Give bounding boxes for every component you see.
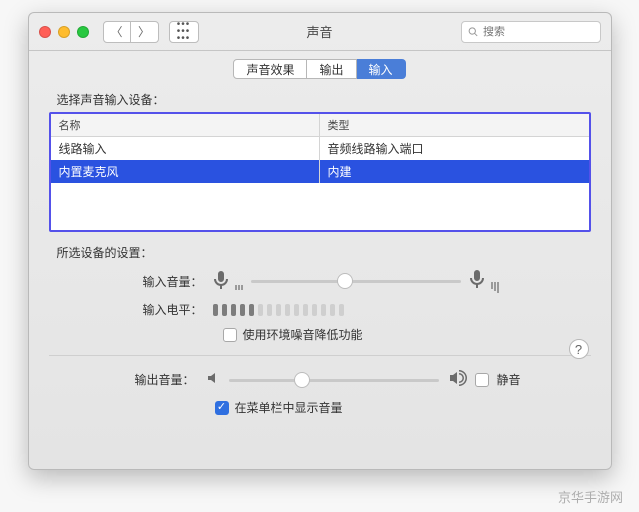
forward-button[interactable]: 〉	[131, 21, 159, 43]
sound-prefs-window: 〈 〉 ••••••••• 声音 声音效果 输出 输入 选择声音输入设备： 名称…	[28, 12, 612, 470]
input-level-meter	[213, 304, 344, 316]
output-volume-label: 输出音量：	[49, 371, 205, 388]
input-volume-slider[interactable]	[251, 273, 461, 289]
table-row[interactable]: 内置麦克风 内建	[51, 160, 589, 183]
help-button[interactable]: ?	[569, 339, 589, 359]
show-all-button[interactable]: •••••••••	[169, 21, 199, 43]
show-in-menubar-row: 在菜单栏中显示音量	[215, 399, 591, 416]
search-field[interactable]	[461, 21, 601, 43]
window-controls	[39, 26, 89, 38]
tab-bar: 声音效果 输出 输入	[49, 59, 591, 79]
noise-reduction-checkbox[interactable]	[223, 328, 237, 342]
column-name: 名称	[51, 114, 320, 136]
table-row[interactable]: 线路输入 音频线路输入端口	[51, 137, 589, 160]
noise-reduction-label: 使用环境噪音降低功能	[243, 326, 363, 343]
device-name: 线路输入	[51, 137, 320, 160]
zoom-icon[interactable]	[77, 26, 89, 38]
tab-sound-effects[interactable]: 声音效果	[233, 59, 307, 79]
tab-input[interactable]: 输入	[357, 59, 406, 79]
watermark: 京华手游网	[558, 487, 623, 506]
search-input[interactable]	[483, 26, 593, 38]
chevron-left-icon: 〈	[110, 23, 122, 40]
content-area: 声音效果 输出 输入 选择声音输入设备： 名称 类型 线路输入 音频线路输入端口…	[29, 51, 611, 469]
microphone-high-icon	[469, 269, 499, 293]
input-device-heading: 选择声音输入设备：	[57, 91, 591, 108]
tab-output[interactable]: 输出	[307, 59, 356, 79]
back-button[interactable]: 〈	[103, 21, 131, 43]
mute-label: 静音	[497, 371, 521, 388]
microphone-low-icon	[213, 270, 243, 293]
output-volume-slider[interactable]	[229, 372, 439, 388]
grid-icon: •••••••••	[177, 21, 191, 42]
table-header: 名称 类型	[51, 114, 589, 137]
minimize-icon[interactable]	[58, 26, 70, 38]
selected-device-settings: 所选设备的设置： 输入音量：	[57, 244, 591, 343]
show-in-menubar-checkbox[interactable]	[215, 401, 229, 415]
device-name: 内置麦克风	[51, 160, 320, 183]
column-type: 类型	[320, 114, 589, 136]
device-type: 音频线路输入端口	[320, 137, 589, 160]
divider	[49, 355, 591, 356]
settings-heading: 所选设备的设置：	[57, 244, 591, 261]
close-icon[interactable]	[39, 26, 51, 38]
help-icon: ?	[575, 342, 582, 357]
input-level-label: 输入电平：	[57, 301, 213, 318]
input-device-table[interactable]: 名称 类型 线路输入 音频线路输入端口 内置麦克风 内建	[49, 112, 591, 232]
noise-reduction-row: 使用环境噪音降低功能	[223, 326, 591, 343]
device-type: 内建	[320, 160, 589, 183]
speaker-low-icon	[205, 370, 221, 389]
mute-checkbox[interactable]	[475, 373, 489, 387]
output-volume-row: 输出音量： 静音	[49, 368, 591, 391]
speaker-high-icon	[447, 368, 467, 391]
show-in-menubar-label: 在菜单栏中显示音量	[235, 399, 343, 416]
input-volume-label: 输入音量：	[57, 273, 213, 290]
nav-back-forward: 〈 〉	[103, 21, 159, 43]
search-icon	[468, 26, 479, 38]
input-volume-row: 输入音量：	[57, 269, 591, 293]
input-level-row: 输入电平：	[57, 301, 591, 318]
chevron-right-icon: 〉	[138, 23, 150, 40]
titlebar: 〈 〉 ••••••••• 声音	[29, 13, 611, 51]
